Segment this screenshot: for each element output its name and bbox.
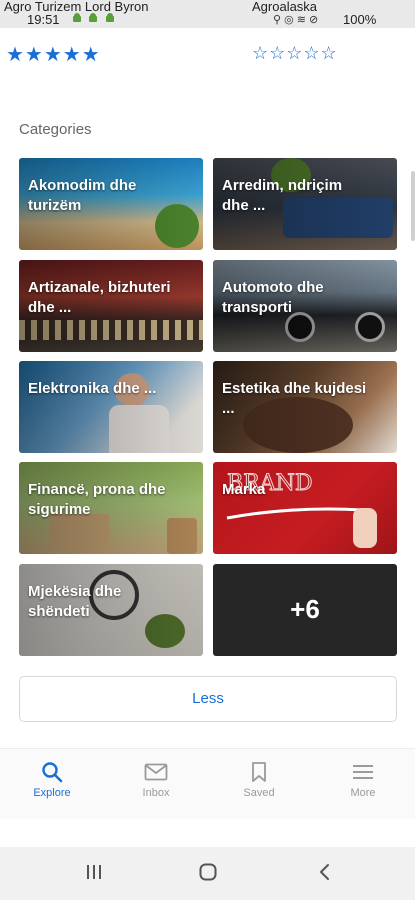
category-label: Akomodim dhe turizëm <box>28 177 137 214</box>
categories-heading: Categories <box>19 121 92 138</box>
system-navigation-bar <box>0 847 415 900</box>
rating-stars-empty[interactable]: ☆☆☆☆☆ <box>252 43 338 64</box>
right-business-title: Agroalaska <box>252 0 318 14</box>
more-categories-tile[interactable]: +6 <box>213 564 397 656</box>
status-time: 19:51 <box>27 12 60 27</box>
search-icon <box>42 762 63 783</box>
nav-label: More <box>350 787 376 799</box>
left-business-title: Agro Turizem Lord Byron <box>4 0 149 14</box>
system-status-icons: ⚲ ◎ ≋ ⊘ <box>273 14 319 26</box>
category-label: Estetika dhe kujdesi ... <box>222 380 367 417</box>
home-icon[interactable] <box>198 862 218 882</box>
brand-sketch-icon: BRAND <box>227 471 377 548</box>
battery-level: 100% <box>343 12 377 27</box>
category-tile-estetika[interactable]: Estetika dhe kujdesi ... <box>213 361 397 453</box>
category-tile-mjekesia[interactable]: Mjekësia dhe shëndeti <box>19 564 203 656</box>
status-bar: Agro Turizem Lord Byron Agroalaska 19:51… <box>0 0 415 28</box>
nav-inbox[interactable]: Inbox <box>116 761 196 799</box>
bookmark-icon <box>252 762 266 782</box>
nav-more[interactable]: More <box>323 761 403 799</box>
category-label: Marka <box>222 481 266 498</box>
nav-label: Saved <box>243 787 275 799</box>
mail-icon <box>144 763 168 781</box>
android-icon <box>73 13 81 22</box>
edge-panel-handle[interactable] <box>411 171 415 241</box>
category-tile-akomodim[interactable]: Akomodim dhe turizëm <box>19 158 203 250</box>
category-tile-elektronika[interactable]: Elektronika dhe ... <box>19 361 203 453</box>
nav-label: Inbox <box>142 787 170 799</box>
category-tile-artizanale[interactable]: Artizanale, bizhuteri dhe ... <box>19 260 203 352</box>
recent-apps-icon[interactable] <box>84 862 104 882</box>
nav-explore[interactable]: Explore <box>12 761 92 799</box>
spacer <box>0 819 415 847</box>
android-icon <box>106 13 114 22</box>
category-label: Arredim, ndriçim dhe ... <box>222 177 343 214</box>
android-icon <box>89 13 97 22</box>
category-tile-financa[interactable]: Financë, prona dhe sigurime <box>19 462 203 554</box>
bottom-navigation: Explore Inbox Saved More <box>0 749 415 819</box>
category-label: Artizanale, bizhuteri dhe ... <box>28 279 171 316</box>
menu-icon <box>353 765 373 779</box>
category-label: Mjekësia dhe shëndeti <box>28 583 122 620</box>
category-tile-marka[interactable]: BRAND Marka <box>213 462 397 554</box>
less-button[interactable]: Less <box>19 676 397 722</box>
rating-stars-filled: ★★★★★ <box>6 44 101 66</box>
more-count: +6 <box>290 594 320 624</box>
nav-saved[interactable]: Saved <box>219 761 299 799</box>
category-tile-arredim[interactable]: Arredim, ndriçim dhe ... <box>213 158 397 250</box>
back-icon[interactable] <box>315 862 335 882</box>
category-tile-automoto[interactable]: Automoto dhe transporti <box>213 260 397 352</box>
category-label: Elektronika dhe ... <box>28 380 157 397</box>
category-label: Automoto dhe transporti <box>222 279 324 316</box>
nav-label: Explore <box>33 787 71 799</box>
category-label: Financë, prona dhe sigurime <box>28 481 166 518</box>
